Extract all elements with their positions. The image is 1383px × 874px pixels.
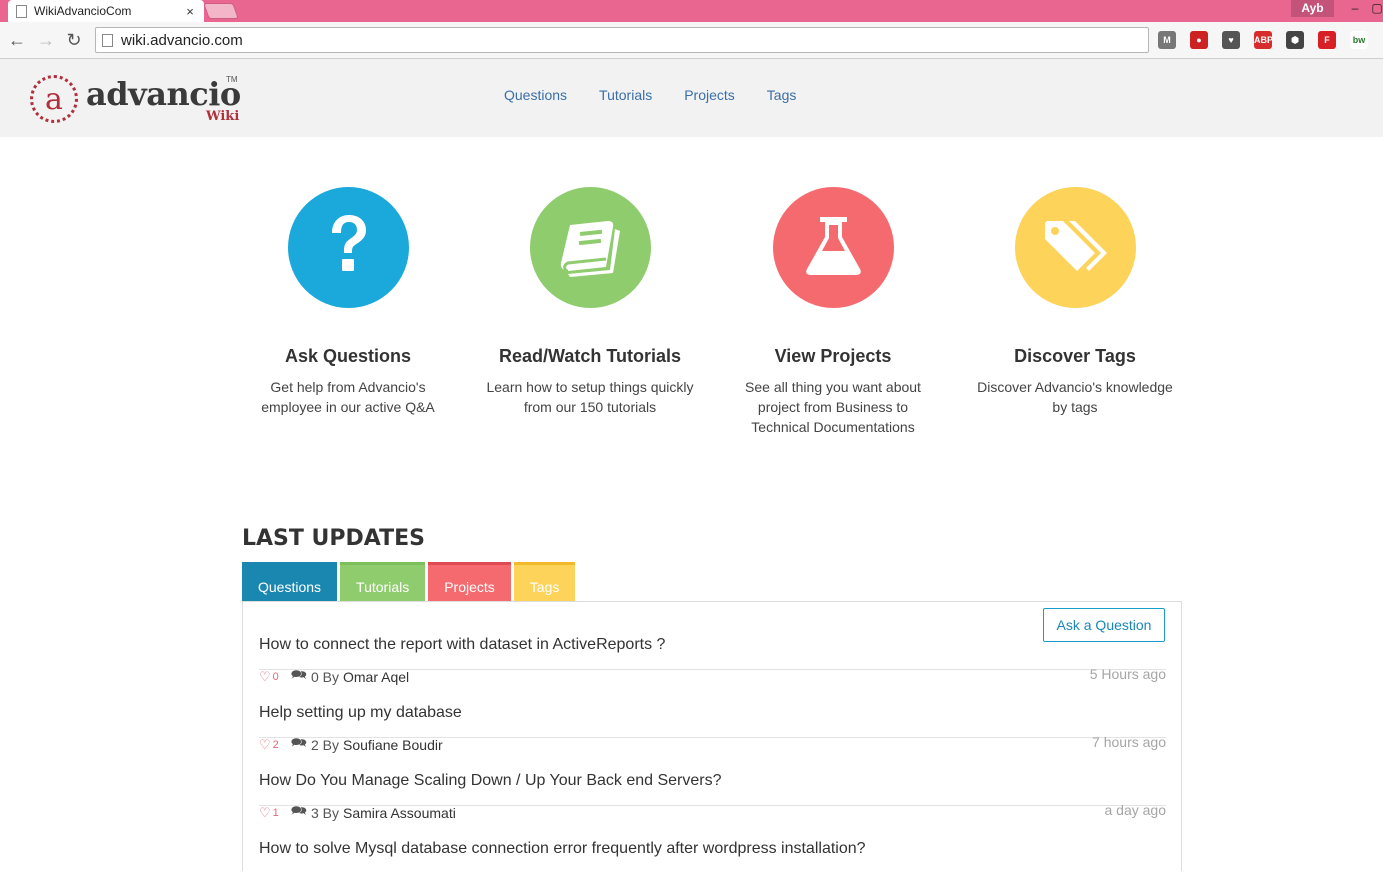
question-row: How to solve Mysql database connection e… bbox=[259, 806, 1166, 874]
settings-hex-icon[interactable]: ⬢ bbox=[1286, 31, 1304, 49]
feature-description: Learn how to setup things quickly from ou… bbox=[486, 379, 694, 415]
advancio-logo[interactable]: a advancio TM Wiki bbox=[30, 73, 241, 125]
feature-title: Discover Tags bbox=[1014, 346, 1136, 366]
feature-projects: View Projects See all thing you want abo… bbox=[713, 187, 953, 437]
logo-name: advancio bbox=[86, 75, 241, 113]
feature-description: Get help from Advancio's employee in our … bbox=[261, 379, 435, 415]
tab-questions[interactable]: Questions bbox=[242, 562, 338, 602]
browser-toolbar: ← → ↻ wiki.advancio.com M ● ♥ ABP ⬢ Fbw bbox=[0, 22, 1383, 59]
tab-title: WikiAdvancioCom bbox=[34, 4, 132, 18]
book-icon bbox=[560, 221, 620, 277]
feature-circle-tutorials[interactable] bbox=[529, 187, 651, 308]
browser-tab-strip: WikiAdvancioCom × Ayb – ▢ bbox=[0, 0, 1383, 22]
url-text: wiki.advancio.com bbox=[121, 31, 243, 49]
tab-projects[interactable]: Projects bbox=[428, 562, 511, 602]
logo-trademark: TM bbox=[226, 75, 238, 84]
close-tab-icon[interactable]: × bbox=[184, 4, 196, 19]
question-row: How to connect the report with dataset i… bbox=[259, 602, 1166, 685]
browser-tab[interactable]: WikiAdvancioCom × bbox=[8, 0, 204, 22]
questions-panel: Ask a Question How to connect the report… bbox=[242, 601, 1182, 871]
feature-circle-questions[interactable] bbox=[287, 187, 409, 308]
minimize-icon[interactable]: – bbox=[1348, 2, 1362, 14]
maximize-icon[interactable]: ▢ bbox=[1370, 2, 1383, 14]
last-updates-title: LAST UPDATES bbox=[242, 526, 426, 551]
question-icon bbox=[331, 215, 366, 271]
reload-icon[interactable]: ↻ bbox=[64, 30, 84, 50]
nav-projects[interactable]: Projects bbox=[684, 87, 735, 103]
flipboard-icon[interactable]: F bbox=[1318, 31, 1336, 49]
new-tab-button[interactable] bbox=[203, 3, 239, 19]
page-icon bbox=[16, 4, 27, 18]
logo-mark: a bbox=[30, 75, 78, 123]
question-title[interactable]: How to solve Mysql database connection e… bbox=[259, 840, 866, 858]
gmail-notifier-icon[interactable]: M bbox=[1158, 31, 1176, 49]
feature-title: View Projects bbox=[774, 346, 892, 366]
question-title[interactable]: Help setting up my database bbox=[259, 704, 462, 722]
address-bar[interactable]: wiki.advancio.com bbox=[95, 27, 1149, 53]
logo-sub: Wiki bbox=[206, 109, 240, 124]
adblock-icon[interactable]: ABP bbox=[1254, 31, 1273, 49]
feature-circle-projects[interactable] bbox=[772, 187, 894, 308]
bw-icon[interactable]: bw bbox=[1350, 31, 1368, 49]
tab-tutorials[interactable]: Tutorials bbox=[340, 562, 426, 602]
tab-tags[interactable]: Tags bbox=[513, 562, 576, 602]
page-icon bbox=[102, 33, 113, 47]
question-row: How Do You Manage Scaling Down / Up Your… bbox=[259, 738, 1166, 821]
feature-description: Discover Advancio's knowledge by tags bbox=[977, 379, 1173, 415]
nav-tags[interactable]: Tags bbox=[767, 87, 797, 103]
feature-circle-tags[interactable] bbox=[1014, 187, 1136, 308]
feature-title: Ask Questions bbox=[284, 346, 412, 366]
tags-icon bbox=[1044, 221, 1107, 271]
question-title[interactable]: How Do You Manage Scaling Down / Up Your… bbox=[259, 772, 722, 790]
forward-arrow-icon[interactable]: → bbox=[36, 30, 56, 50]
feature-tutorials: Read/Watch Tutorials Learn how to setup … bbox=[470, 187, 710, 417]
pocket-icon[interactable]: ♥ bbox=[1222, 31, 1240, 49]
feature-tags: Discover Tags Discover Advancio's knowle… bbox=[955, 187, 1195, 417]
feature-description: See all thing you want about project from… bbox=[745, 379, 921, 435]
flask-icon bbox=[805, 217, 861, 275]
updates-tabs: Questions Tutorials Projects Tags bbox=[242, 562, 576, 602]
question-title[interactable]: How to connect the report with dataset i… bbox=[259, 636, 665, 654]
question-row: Help setting up my database ♡ 2 🗪 2 By S… bbox=[259, 670, 1166, 753]
nav-tutorials[interactable]: Tutorials bbox=[599, 87, 652, 103]
top-navigation: Questions Tutorials Projects Tags bbox=[504, 87, 796, 103]
profile-badge[interactable]: Ayb bbox=[1291, 0, 1334, 17]
back-arrow-icon[interactable]: ← bbox=[7, 30, 27, 50]
nav-questions[interactable]: Questions bbox=[504, 87, 567, 103]
feature-title: Read/Watch Tutorials bbox=[498, 346, 682, 366]
feature-ask-questions: Ask Questions Get help from Advancio's em… bbox=[228, 187, 468, 417]
site-header: a advancio TM Wiki Questions Tutorials P… bbox=[0, 59, 1383, 137]
stop-icon[interactable]: ● bbox=[1190, 31, 1208, 49]
